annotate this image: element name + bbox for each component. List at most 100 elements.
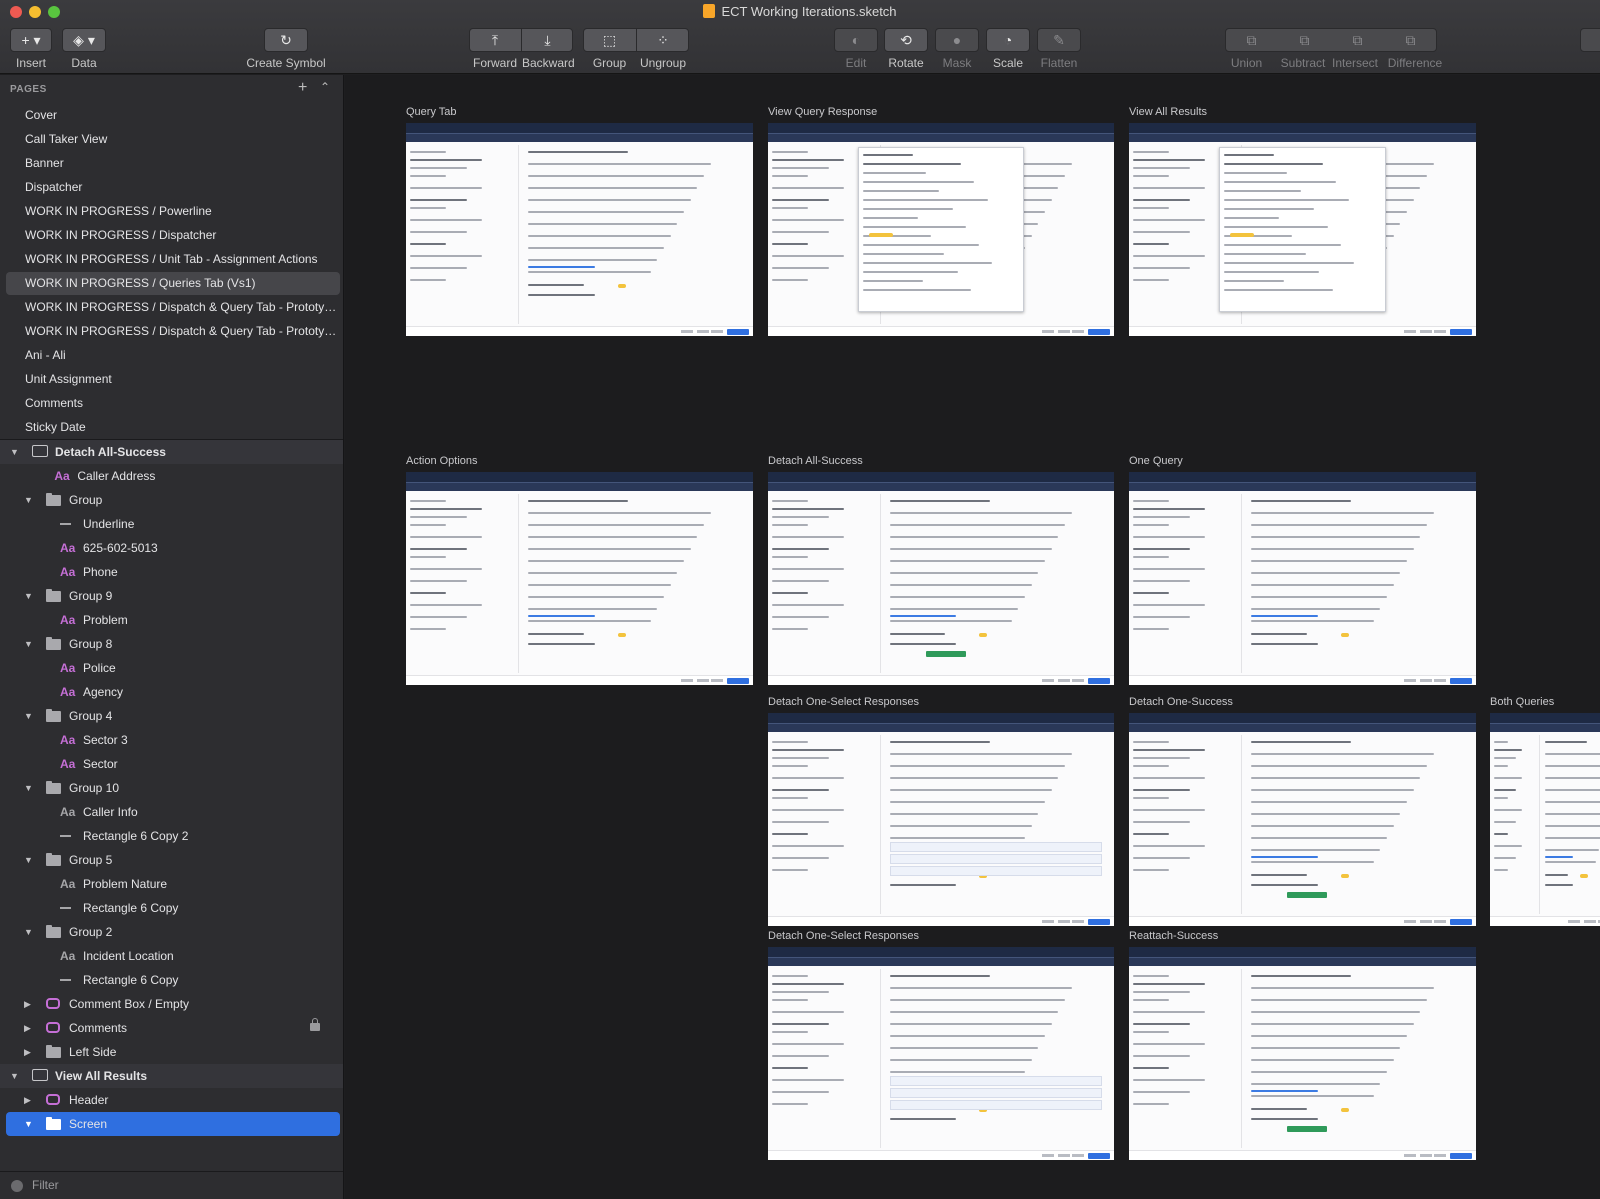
layer-symbol[interactable]: ▶ Comments [0,1016,343,1040]
layer-shape[interactable]: Rectangle 6 Copy 2 [0,824,343,848]
union-button[interactable]: ⧉ [1225,28,1278,52]
artboard-title[interactable]: Detach All-Success [768,455,863,467]
page-item[interactable]: Unit Assignment [6,368,340,391]
layer-shape[interactable]: Rectangle 6 Copy [0,896,343,920]
forward-button[interactable]: ⤒ [469,28,521,52]
page-item[interactable]: Dispatcher [6,176,340,199]
disclosure-open-icon[interactable]: ▼ [24,848,33,872]
scale-button[interactable]: ◔ [986,28,1030,52]
layer-shape[interactable]: Underline [0,512,343,536]
artboard-title[interactable]: Action Options [406,455,478,467]
layer-artboard[interactable]: ▼ Detach All-Success [0,440,343,464]
page-item[interactable]: WORK IN PROGRESS / Dispatch & Query Tab … [6,296,340,319]
artboard-title[interactable]: Query Tab [406,106,457,118]
artboard-thumbnail[interactable] [768,947,1114,1160]
artboard-title[interactable]: Detach One-Select Responses [768,696,919,708]
layer-artboard[interactable]: ▼ View All Results [0,1064,343,1088]
layer-group[interactable]: ▼ Group 10 [0,776,343,800]
page-item[interactable]: Sticky Date [6,416,340,439]
layer-group[interactable]: ▼ Group 9 [0,584,343,608]
collapse-pages-icon[interactable]: ⌃ [320,80,330,94]
disclosure-closed-icon[interactable]: ▶ [24,1040,31,1064]
layer-text[interactable]: Aa Problem Nature [0,872,343,896]
mask-button[interactable]: ● [935,28,979,52]
layer-symbol[interactable]: ▶ Header [0,1088,343,1112]
layer-text[interactable]: Aa Sector 3 [0,728,343,752]
artboard-title[interactable]: One Query [1129,455,1183,467]
layer-text[interactable]: Aa Problem [0,608,343,632]
filter-icon[interactable] [11,1180,23,1192]
artboard-title[interactable]: Detach One-Select Responses [768,930,919,942]
artboard-title[interactable]: View All Results [1129,106,1207,118]
artboard-thumbnail[interactable] [406,123,753,336]
layer-group-selected[interactable]: ▼ Screen [6,1112,340,1136]
difference-button[interactable]: ⧉ [1384,28,1437,52]
rotate-button[interactable]: ⟲ [884,28,928,52]
layer-text[interactable]: Aa Incident Location [0,944,343,968]
artboard-thumbnail[interactable] [768,123,1114,336]
intersect-button[interactable]: ⧉ [1331,28,1384,52]
layer-text[interactable]: Aa Phone [0,560,343,584]
subtract-button[interactable]: ⧉ [1278,28,1331,52]
layer-text[interactable]: Aa Caller Address [0,464,343,488]
disclosure-open-icon[interactable]: ▼ [24,584,33,608]
page-item[interactable]: WORK IN PROGRESS / Dispatcher [6,224,340,247]
layer-group[interactable]: ▼ Group 2 [0,920,343,944]
layer-text[interactable]: Aa Police [0,656,343,680]
artboard-thumbnail[interactable] [406,472,753,685]
artboard-title[interactable]: View Query Response [768,106,877,118]
disclosure-closed-icon[interactable]: ▶ [24,1016,31,1040]
disclosure-open-icon[interactable]: ▼ [24,1112,33,1136]
create-symbol-button[interactable]: ↻ [264,28,308,52]
layer-group[interactable]: ▼ Group [0,488,343,512]
page-item[interactable]: WORK IN PROGRESS / Dispatch & Query Tab … [6,320,340,343]
layer-shape[interactable]: Rectangle 6 Copy [0,968,343,992]
page-item[interactable]: Cover [6,104,340,127]
disclosure-open-icon[interactable]: ▼ [10,440,19,464]
page-item[interactable]: Ani - Ali [6,344,340,367]
page-item[interactable]: Comments [6,392,340,415]
layer-text[interactable]: Aa Sector [0,752,343,776]
disclosure-open-icon[interactable]: ▼ [24,704,33,728]
artboard-thumbnail[interactable] [1490,713,1600,926]
insert-button[interactable]: + ▾ [10,28,52,52]
disclosure-open-icon[interactable]: ▼ [10,1064,19,1088]
page-item[interactable]: WORK IN PROGRESS / Queries Tab (Vs1) [6,272,340,295]
page-item[interactable]: WORK IN PROGRESS / Unit Tab - Assignment… [6,248,340,271]
ungroup-button[interactable]: ⁘ [637,28,689,52]
layer-group[interactable]: ▼ Group 4 [0,704,343,728]
layer-group[interactable]: ▶ Left Side [0,1040,343,1064]
data-button[interactable]: ◈ ▾ [62,28,106,52]
group-button[interactable]: ⬚ [583,28,636,52]
disclosure-open-icon[interactable]: ▼ [24,632,33,656]
disclosure-open-icon[interactable]: ▼ [24,776,33,800]
artboard-title[interactable]: Reattach-Success [1129,930,1218,942]
artboard-title[interactable]: Detach One-Success [1129,696,1233,708]
flatten-button[interactable]: ✎ [1037,28,1081,52]
disclosure-closed-icon[interactable]: ▶ [24,1088,31,1112]
layer-group[interactable]: ▼ Group 8 [0,632,343,656]
add-page-icon[interactable]: + [298,79,307,97]
page-item[interactable]: Call Taker View [6,128,340,151]
lock-icon[interactable] [310,1018,320,1031]
disclosure-open-icon[interactable]: ▼ [24,488,33,512]
artboard-thumbnail[interactable] [1129,123,1476,336]
edit-button[interactable]: ◐ [834,28,878,52]
disclosure-closed-icon[interactable]: ▶ [24,992,31,1016]
layer-symbol[interactable]: ▶ Comment Box / Empty [0,992,343,1016]
canvas[interactable]: Query Tab View Query Response View All Res… [345,75,1600,1199]
artboard-thumbnail[interactable] [768,472,1114,685]
disclosure-open-icon[interactable]: ▼ [24,920,33,944]
artboard-title[interactable]: Both Queries [1490,696,1554,708]
backward-button[interactable]: ⤓ [522,28,573,52]
artboard-thumbnail[interactable] [1129,947,1476,1160]
layer-text[interactable]: Aa Caller Info [0,800,343,824]
filter-bar[interactable]: Filter [0,1171,343,1199]
artboard-thumbnail[interactable] [1129,713,1476,926]
page-item[interactable]: WORK IN PROGRESS / Powerline [6,200,340,223]
artboard-thumbnail[interactable] [1129,472,1476,685]
overflow-button[interactable] [1580,28,1600,52]
layer-text[interactable]: Aa Agency [0,680,343,704]
artboard-thumbnail[interactable] [768,713,1114,926]
layer-group[interactable]: ▼ Group 5 [0,848,343,872]
